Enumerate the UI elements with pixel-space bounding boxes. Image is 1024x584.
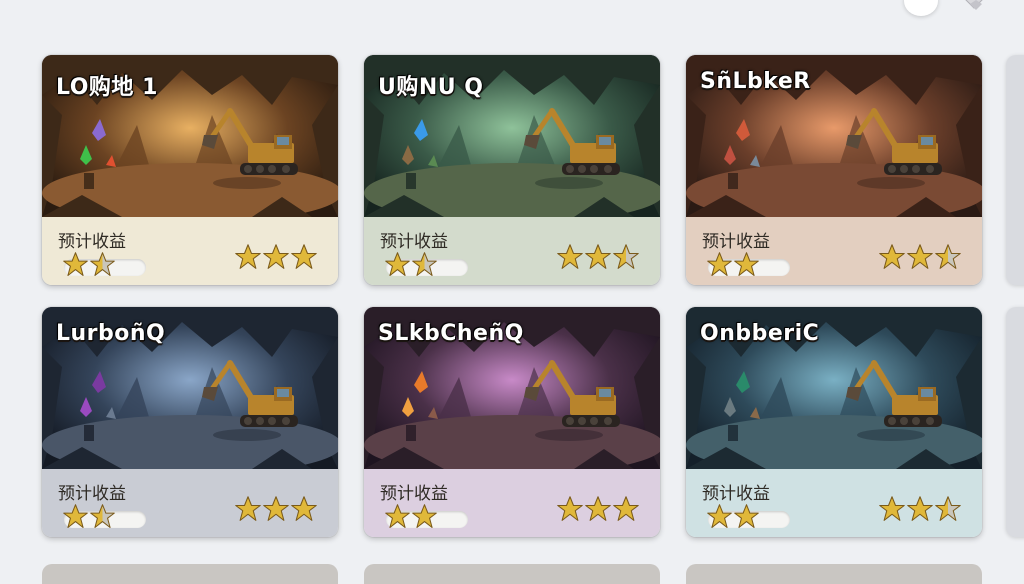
star-icon — [263, 244, 289, 269]
card-title: SLkbCheñQ — [378, 321, 524, 346]
star-icon — [613, 244, 639, 269]
star-icon — [935, 496, 961, 521]
card-info-panel: 预计收益 — [686, 217, 982, 285]
difficulty-star-rating — [234, 495, 318, 527]
star-icon — [263, 496, 289, 521]
card-title: LO购地 1 — [56, 75, 158, 100]
star-icon — [585, 244, 611, 269]
card-title: SñLbkeR — [700, 69, 811, 94]
level-card[interactable]: SLkbCheñQ 预计收益 — [364, 307, 660, 537]
star-icon — [613, 496, 639, 521]
level-card[interactable]: LurboñQ 预计收益 — [42, 307, 338, 537]
difficulty-star-rating — [556, 243, 640, 275]
expected-revenue-label: 预计收益 — [380, 232, 448, 252]
next-row-card-peek[interactable] — [364, 564, 660, 584]
level-grid: LO购地 1 预计收益 U购NU Q 预计收益 SñLbkeR 预计收益 Lur… — [0, 0, 1024, 576]
next-row-card-peek[interactable] — [686, 564, 982, 584]
star-icon — [879, 496, 905, 521]
level-card[interactable]: SñLbkeR 预计收益 — [686, 55, 982, 285]
card-title: LurboñQ — [56, 321, 166, 346]
star-icon — [585, 496, 611, 521]
next-row-card-peek[interactable] — [42, 564, 338, 584]
star-icon — [385, 504, 410, 528]
star-icon — [907, 244, 933, 269]
level-card[interactable]: OnbberiC 预计收益 — [686, 307, 982, 537]
star-icon — [90, 252, 115, 276]
star-icon — [235, 496, 261, 521]
difficulty-star-rating — [234, 243, 318, 275]
revenue-star-rating — [706, 503, 760, 533]
card-title: U购NU Q — [378, 75, 484, 100]
star-icon — [557, 496, 583, 521]
star-icon — [557, 244, 583, 269]
star-icon — [935, 244, 961, 269]
star-icon — [412, 252, 437, 276]
star-icon — [235, 244, 261, 269]
star-icon — [734, 504, 759, 528]
difficulty-star-rating — [878, 495, 962, 527]
expected-revenue-label: 预计收益 — [380, 484, 448, 504]
card-title: OnbberiC — [700, 321, 820, 346]
card-info-panel: 预计收益 — [42, 217, 338, 285]
star-icon — [707, 504, 732, 528]
card-info-panel: 预计收益 — [686, 469, 982, 537]
level-card[interactable]: LO购地 1 预计收益 — [42, 55, 338, 285]
star-icon — [907, 496, 933, 521]
revenue-star-rating — [62, 251, 116, 281]
card-info-panel: 预计收益 — [364, 217, 660, 285]
star-icon — [412, 504, 437, 528]
star-icon — [734, 252, 759, 276]
star-icon — [707, 252, 732, 276]
revenue-star-rating — [384, 503, 438, 533]
star-icon — [63, 504, 88, 528]
difficulty-star-rating — [556, 495, 640, 527]
next-card-peek[interactable] — [1006, 55, 1024, 285]
expected-revenue-label: 预计收益 — [702, 484, 770, 504]
expected-revenue-label: 预计收益 — [702, 232, 770, 252]
revenue-star-rating — [384, 251, 438, 281]
star-icon — [90, 504, 115, 528]
star-icon — [291, 244, 317, 269]
difficulty-star-rating — [878, 243, 962, 275]
expected-revenue-label: 预计收益 — [58, 484, 126, 504]
star-icon — [291, 496, 317, 521]
expected-revenue-label: 预计收益 — [58, 232, 126, 252]
revenue-star-rating — [62, 503, 116, 533]
revenue-star-rating — [706, 251, 760, 281]
star-icon — [385, 252, 410, 276]
card-info-panel: 预计收益 — [364, 469, 660, 537]
star-icon — [879, 244, 905, 269]
card-info-panel: 预计收益 — [42, 469, 338, 537]
level-card[interactable]: U购NU Q 预计收益 — [364, 55, 660, 285]
star-icon — [63, 252, 88, 276]
next-card-peek[interactable] — [1006, 307, 1024, 537]
